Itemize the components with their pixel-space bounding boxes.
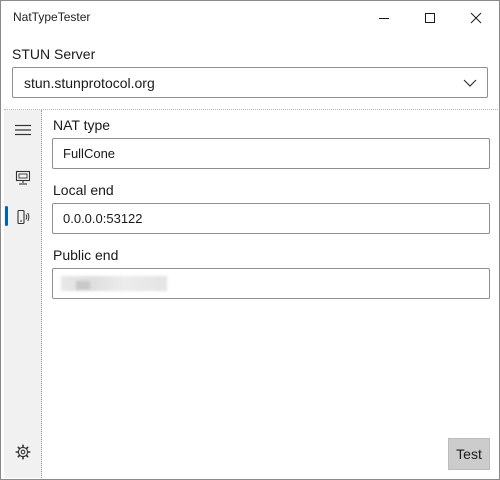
public-end-label: Public end — [53, 247, 119, 263]
local-end-label: Local end — [53, 182, 114, 198]
local-end-value: 0.0.0.0:53122 — [63, 211, 143, 226]
close-icon — [470, 12, 482, 24]
gear-icon — [14, 444, 30, 460]
stun-server-value: stun.stunprotocol.org — [24, 75, 155, 91]
content-area: NAT type FullCone Local end 0.0.0.0:5312… — [4, 109, 498, 478]
app-window: NatTypeTester STUN Server stun.stunproto… — [0, 0, 500, 480]
minimize-button[interactable] — [361, 1, 407, 35]
minimize-icon — [379, 18, 389, 19]
navigation-pane — [4, 110, 42, 478]
nav-item-device-signal[interactable] — [6, 201, 39, 233]
nat-type-label: NAT type — [53, 117, 111, 133]
nav-menu-toggle-button[interactable] — [6, 114, 39, 146]
device-signal-icon — [16, 209, 29, 225]
close-button[interactable] — [453, 1, 499, 35]
local-end-field[interactable]: 0.0.0.0:53122 — [52, 203, 490, 234]
computer-monitor-icon — [15, 170, 30, 185]
maximize-button[interactable] — [407, 1, 453, 35]
public-end-field[interactable] — [52, 268, 490, 299]
test-button[interactable]: Test — [448, 438, 490, 470]
stun-server-label: STUN Server — [12, 46, 96, 62]
app-title: NatTypeTester — [13, 10, 91, 24]
nat-type-value: FullCone — [63, 146, 116, 161]
stun-server-combobox[interactable]: stun.stunprotocol.org — [12, 67, 488, 98]
chevron-down-icon — [463, 79, 477, 87]
nav-item-computer[interactable] — [6, 162, 39, 194]
redacted-public-address — [61, 276, 167, 291]
nav-settings-button[interactable] — [6, 436, 39, 468]
nat-type-field[interactable]: FullCone — [52, 138, 490, 169]
title-bar[interactable]: NatTypeTester — [1, 1, 499, 35]
maximize-icon — [425, 13, 435, 23]
hamburger-menu-icon — [14, 124, 31, 136]
